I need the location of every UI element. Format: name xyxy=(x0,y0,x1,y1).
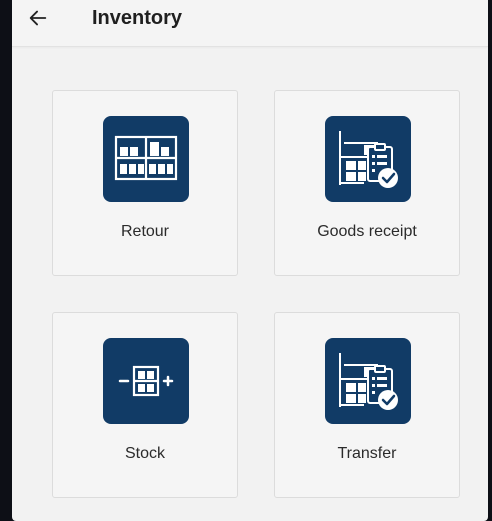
shelf-clipboard-check-icon xyxy=(339,353,398,410)
goods-receipt-tile[interactable]: Goods receipt xyxy=(274,90,460,276)
transfer-label: Transfer xyxy=(337,445,397,462)
goods-receipt-icon-box xyxy=(325,116,411,202)
stock-tile[interactable]: Stock xyxy=(52,312,238,498)
app-screen: Inventory Retour Goods receipt Stock Tra… xyxy=(12,0,488,521)
shelf-plus-minus-icon xyxy=(118,365,174,397)
stock-icon-box xyxy=(103,338,189,424)
goods-receipt-label: Goods receipt xyxy=(317,223,417,240)
back-button[interactable] xyxy=(24,4,52,32)
retour-tile[interactable]: Retour xyxy=(52,90,238,276)
page-title: Inventory xyxy=(92,7,183,29)
retour-label: Retour xyxy=(120,223,170,240)
transfer-icon-box xyxy=(325,338,411,424)
transfer-tile[interactable]: Transfer xyxy=(274,312,460,498)
app-bar: Inventory xyxy=(12,0,488,47)
shelf-icon xyxy=(114,135,178,181)
retour-icon-box xyxy=(103,116,189,202)
stock-label: Stock xyxy=(124,445,165,462)
arrow-left-icon xyxy=(29,10,47,26)
shelf-clipboard-check-icon xyxy=(339,131,398,188)
